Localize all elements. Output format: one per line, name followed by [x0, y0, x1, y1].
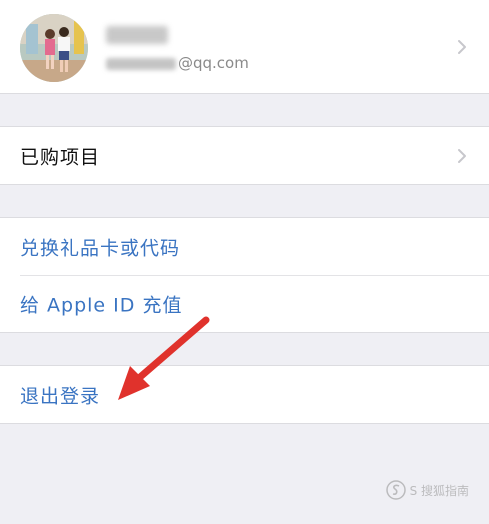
purchased-items-label: 已购项目 — [20, 146, 101, 168]
purchased-items-row[interactable]: 已购项目 — [0, 127, 489, 184]
funds-group: 兑换礼品卡或代码 给 Apple ID 充值 — [0, 217, 489, 333]
email-suffix: @qq.com — [178, 54, 249, 72]
chevron-right-icon — [458, 39, 466, 54]
account-email: @qq.com — [106, 54, 249, 74]
sign-out-row[interactable]: 退出登录 — [0, 366, 489, 423]
email-redacted — [106, 57, 176, 70]
account-profile-row[interactable]: @qq.com — [0, 0, 489, 94]
purchases-group: 已购项目 — [0, 126, 489, 185]
sign-out-button[interactable]: 退出登录 — [20, 381, 100, 408]
account-name-redacted — [106, 26, 168, 44]
add-funds-row[interactable]: 给 Apple ID 充值 — [0, 275, 489, 332]
add-funds-link[interactable]: 给 Apple ID 充值 — [20, 290, 182, 317]
redeem-gift-card-link[interactable]: 兑换礼品卡或代码 — [20, 233, 180, 260]
watermark-text: S 搜狐指南 — [409, 483, 469, 498]
avatar — [20, 14, 88, 82]
watermark: S 搜狐指南 — [385, 480, 469, 500]
sign-out-group: 退出登录 — [0, 365, 489, 424]
apple-id-settings-page: @qq.com 已购项目 兑换礼品卡或代码 给 Apple ID 充值 退出登录 — [0, 0, 489, 524]
sohu-logo-icon — [385, 480, 406, 500]
redeem-gift-card-row[interactable]: 兑换礼品卡或代码 — [0, 218, 489, 275]
chevron-right-icon — [458, 148, 466, 163]
